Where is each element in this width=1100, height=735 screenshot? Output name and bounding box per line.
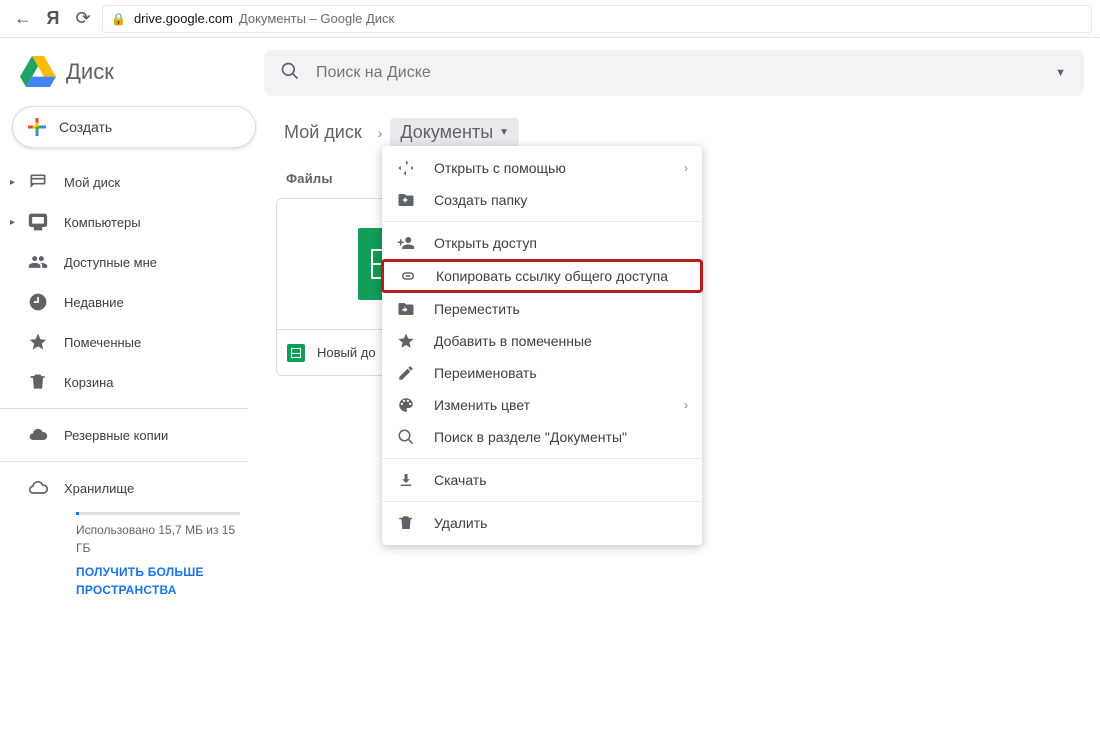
plus-icon: [25, 115, 49, 139]
ctx-label: Открыть с помощью: [434, 160, 566, 176]
person-add-icon: [396, 233, 416, 253]
create-button[interactable]: Создать: [12, 106, 256, 148]
sidebar-item-starred[interactable]: Помеченные: [0, 322, 256, 362]
sidebar-item-label: Доступные мне: [64, 255, 157, 270]
move-icon: [396, 299, 416, 319]
ctx-label: Копировать ссылку общего доступа: [436, 268, 668, 284]
search-icon: [280, 61, 300, 86]
computers-icon: [26, 210, 50, 234]
ctx-star[interactable]: Добавить в помеченные: [382, 325, 702, 357]
ctx-delete[interactable]: Удалить: [382, 507, 702, 539]
sidebar-item-mydrive[interactable]: ▸ Мой диск: [0, 162, 256, 202]
download-icon: [396, 470, 416, 490]
sidebar-item-label: Резервные копии: [64, 428, 168, 443]
ctx-new-folder[interactable]: Создать папку: [382, 184, 702, 216]
chevron-right-icon: ›: [684, 161, 688, 175]
rename-icon: [396, 363, 416, 383]
palette-icon: [396, 395, 416, 415]
sidebar-item-backups[interactable]: Резервные копии: [0, 415, 256, 455]
search-input[interactable]: [314, 63, 1047, 83]
nav-back-button[interactable]: ←: [8, 4, 38, 33]
cloud-icon: [26, 423, 50, 447]
search-bar[interactable]: ▼: [264, 50, 1084, 96]
new-folder-icon: [396, 190, 416, 210]
url-host: drive.google.com: [134, 11, 233, 26]
ctx-share[interactable]: Открыть доступ: [382, 227, 702, 259]
sidebar-item-label: Недавние: [64, 295, 124, 310]
lock-icon: 🔒: [111, 12, 126, 26]
sidebar-item-trash[interactable]: Корзина: [0, 362, 256, 402]
divider: [0, 461, 248, 462]
chevron-right-icon: ▸: [10, 217, 24, 228]
divider: [0, 408, 248, 409]
sidebar-item-computers[interactable]: ▸ Компьютеры: [0, 202, 256, 242]
storage-bar: [76, 512, 240, 515]
address-bar[interactable]: 🔒 drive.google.com Документы – Google Ди…: [102, 5, 1092, 33]
chevron-right-icon: ▸: [10, 177, 24, 188]
create-button-label: Создать: [59, 119, 112, 135]
sidebar-item-label: Корзина: [64, 375, 114, 390]
sidebar-item-recent[interactable]: Недавние: [0, 282, 256, 322]
sidebar-item-label: Хранилище: [64, 481, 134, 496]
ctx-label: Переименовать: [434, 365, 537, 381]
star-icon: [396, 331, 416, 351]
link-icon: [398, 266, 418, 286]
people-icon: [26, 250, 50, 274]
ctx-label: Скачать: [434, 472, 487, 488]
ctx-label: Добавить в помеченные: [434, 333, 592, 349]
app-title: Диск: [66, 59, 114, 85]
ctx-download[interactable]: Скачать: [382, 464, 702, 496]
chevron-right-icon: ›: [684, 398, 688, 412]
url-rest: Документы – Google Диск: [239, 11, 394, 26]
clock-icon: [26, 290, 50, 314]
file-name: Новый до: [317, 345, 376, 360]
ctx-move[interactable]: Переместить: [382, 293, 702, 325]
context-menu: Открыть с помощью › Создать папку Открыт…: [382, 146, 702, 545]
trash-icon: [396, 513, 416, 533]
reload-button[interactable]: ⟳: [68, 4, 98, 33]
ctx-color[interactable]: Изменить цвет ›: [382, 389, 702, 421]
breadcrumb-root[interactable]: Мой диск: [276, 118, 370, 147]
ctx-search-in[interactable]: Поиск в разделе "Документы": [382, 421, 702, 453]
ctx-label: Создать папку: [434, 192, 527, 208]
cloud-outline-icon: [26, 476, 50, 500]
ctx-label: Поиск в разделе "Документы": [434, 429, 627, 445]
ctx-label: Удалить: [434, 515, 487, 531]
yandex-home-button[interactable]: Я: [38, 4, 68, 33]
sidebar-item-label: Помеченные: [64, 335, 141, 350]
divider: [382, 501, 702, 502]
search-icon: [396, 427, 416, 447]
breadcrumb-current[interactable]: Документы ▼: [390, 118, 519, 147]
storage-info: Использовано 15,7 МБ из 15 ГБ: [0, 508, 256, 557]
sidebar: Диск Создать ▸ Мой диск ▸ Компьютеры Дос…: [0, 38, 256, 599]
drive-logo-icon: [20, 56, 56, 88]
sidebar-item-storage[interactable]: Хранилище: [0, 468, 256, 508]
ctx-label: Переместить: [434, 301, 520, 317]
open-with-icon: [396, 158, 416, 178]
ctx-rename[interactable]: Переименовать: [382, 357, 702, 389]
main-area: ▼ Мой диск › Документы ▼ Файлы Новый до: [256, 38, 1100, 599]
star-icon: [26, 330, 50, 354]
ctx-open-with[interactable]: Открыть с помощью ›: [382, 152, 702, 184]
search-options-button[interactable]: ▼: [1047, 63, 1074, 83]
ctx-copy-link[interactable]: Копировать ссылку общего доступа: [381, 259, 703, 293]
divider: [382, 221, 702, 222]
breadcrumb-current-label: Документы: [400, 122, 493, 143]
sidebar-item-label: Мой диск: [64, 175, 120, 190]
chevron-down-icon: ▼: [499, 127, 509, 138]
ctx-label: Открыть доступ: [434, 235, 537, 251]
divider: [382, 458, 702, 459]
storage-upgrade-link[interactable]: ПОЛУЧИТЬ БОЛЬШЕ ПРОСТРАНСТВА: [0, 557, 256, 599]
sidebar-item-shared[interactable]: Доступные мне: [0, 242, 256, 282]
sheets-icon: [287, 344, 305, 362]
storage-text: Использовано 15,7 МБ из 15 ГБ: [76, 523, 235, 555]
trash-icon: [26, 370, 50, 394]
ctx-label: Изменить цвет: [434, 397, 530, 413]
sidebar-item-label: Компьютеры: [64, 215, 141, 230]
browser-toolbar: ← Я ⟳ 🔒 drive.google.com Документы – Goo…: [0, 0, 1100, 38]
chevron-right-icon: ›: [378, 125, 383, 141]
mydrive-icon: [26, 170, 50, 194]
